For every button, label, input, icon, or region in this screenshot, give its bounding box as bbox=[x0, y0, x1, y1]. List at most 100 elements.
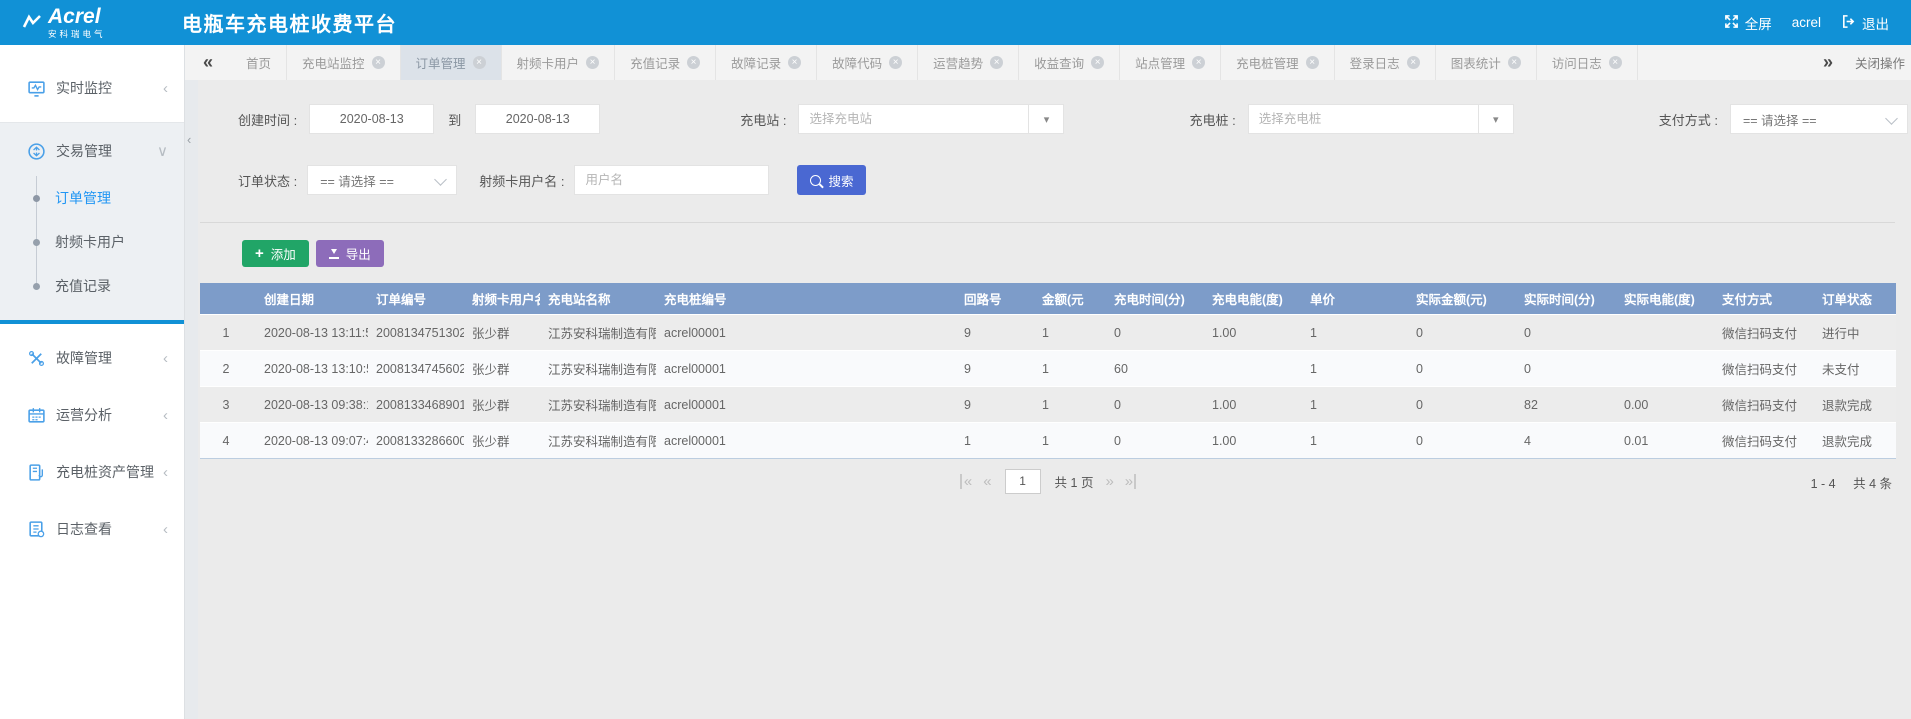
tab-label: 运营趋势 bbox=[933, 53, 983, 72]
column-header[interactable]: 金额(元 bbox=[1034, 283, 1106, 315]
column-header[interactable]: 射频卡用户名 bbox=[464, 283, 540, 315]
tab-label: 收益查询 bbox=[1034, 53, 1084, 72]
pager-last-icon[interactable]: » bbox=[1125, 474, 1136, 489]
table-cell: 0 bbox=[1516, 315, 1616, 351]
table-cell: 0 bbox=[1106, 387, 1204, 423]
pile-label: 充电桩 : bbox=[1189, 110, 1235, 129]
table-cell: 0 bbox=[1106, 423, 1204, 459]
tab-close-icon[interactable] bbox=[372, 56, 385, 69]
tab-item[interactable]: 故障记录 bbox=[716, 45, 817, 80]
search-button[interactable]: 搜索 bbox=[797, 165, 866, 195]
add-label: 添加 bbox=[271, 244, 296, 263]
table-cell: 微信扫码支付 bbox=[1714, 315, 1814, 351]
column-header[interactable]: 实际金额(元) bbox=[1408, 283, 1516, 315]
add-button[interactable]: + 添加 bbox=[242, 240, 309, 267]
pager-next-icon[interactable]: » bbox=[1105, 474, 1112, 489]
tab-item[interactable]: 订单管理 bbox=[401, 45, 502, 80]
pager-first-icon[interactable]: « bbox=[960, 474, 971, 489]
tab-item[interactable]: 充值记录 bbox=[615, 45, 716, 80]
tab-item[interactable]: 登录日志 bbox=[1335, 45, 1436, 80]
panel-collapse-strip[interactable]: ‹ bbox=[185, 80, 198, 719]
column-header[interactable]: 实际时间(分) bbox=[1516, 283, 1616, 315]
table-row[interactable]: 22020-08-13 13:10:562008134745602002张少群江… bbox=[200, 351, 1896, 387]
pay-method-select[interactable]: == 请选择 == bbox=[1730, 104, 1908, 134]
table-cell: 张少群 bbox=[464, 315, 540, 351]
column-header[interactable]: 实际电能(度) bbox=[1616, 283, 1714, 315]
tabs-scroll-right-icon[interactable]: » bbox=[1823, 52, 1833, 73]
tab-close-icon[interactable] bbox=[473, 56, 486, 69]
column-header[interactable]: 充电电能(度) bbox=[1204, 283, 1302, 315]
tab-close-icon[interactable] bbox=[1192, 56, 1205, 69]
column-header[interactable]: 订单编号 bbox=[368, 283, 464, 315]
column-header[interactable]: 回路号 bbox=[956, 283, 1034, 315]
column-header[interactable]: 充电桩编号 bbox=[656, 283, 956, 315]
date-to-input[interactable] bbox=[475, 104, 600, 134]
column-header[interactable]: 订单状态 bbox=[1814, 283, 1896, 315]
tab-close-icon[interactable] bbox=[586, 56, 599, 69]
export-button[interactable]: 导出 bbox=[316, 240, 384, 267]
tabs-scroll-left-icon[interactable]: « bbox=[185, 45, 231, 80]
tab-item[interactable]: 首页 bbox=[231, 45, 287, 80]
current-user[interactable]: acrel bbox=[1792, 15, 1821, 30]
sidebar-item-log-viewer[interactable]: 日志查看 ‹ bbox=[0, 506, 184, 552]
table-cell: 微信扫码支付 bbox=[1714, 387, 1814, 423]
pile-input[interactable] bbox=[1248, 104, 1478, 134]
table-cell: 1 bbox=[1302, 315, 1408, 351]
pile-dropdown-button[interactable]: ▾ bbox=[1478, 104, 1514, 134]
logout-icon bbox=[1841, 14, 1856, 32]
page-title: 电瓶车充电桩收费平台 bbox=[182, 8, 397, 37]
sidebar-item-rfid-users[interactable]: 射频卡用户 bbox=[0, 220, 184, 264]
sidebar-item-realtime-monitor[interactable]: 实时监控 ‹ bbox=[0, 65, 184, 111]
table-cell: 0 bbox=[1408, 423, 1516, 459]
tab-close-icon[interactable] bbox=[1508, 56, 1521, 69]
sidebar-item-pile-assets[interactable]: 充电桩资产管理 ‹ bbox=[0, 449, 184, 495]
tab-item[interactable]: 收益查询 bbox=[1019, 45, 1120, 80]
column-header[interactable] bbox=[200, 283, 256, 315]
column-header[interactable]: 充电时间(分) bbox=[1106, 283, 1204, 315]
pay-method-value: == 请选择 == bbox=[1743, 110, 1817, 129]
tab-item[interactable]: 图表统计 bbox=[1436, 45, 1537, 80]
column-header[interactable]: 支付方式 bbox=[1714, 283, 1814, 315]
tab-close-icon[interactable] bbox=[889, 56, 902, 69]
tab-close-icon[interactable] bbox=[1306, 56, 1319, 69]
sidebar-item-transaction-mgmt[interactable]: 交易管理 ∨ bbox=[0, 128, 184, 174]
tab-close-icon[interactable] bbox=[1091, 56, 1104, 69]
sidebar-item-operation-analysis[interactable]: 运营分析 ‹ bbox=[0, 392, 184, 438]
tab-close-icon[interactable] bbox=[1407, 56, 1420, 69]
grid-toolbar: + 添加 导出 bbox=[242, 240, 384, 267]
order-status-select[interactable]: == 请选择 == bbox=[307, 165, 457, 195]
tab-close-icon[interactable] bbox=[788, 56, 801, 69]
table-row[interactable]: 42020-08-13 09:07:462008133286600746张少群江… bbox=[200, 423, 1896, 459]
column-header[interactable]: 单价 bbox=[1302, 283, 1408, 315]
station-dropdown-button[interactable]: ▾ bbox=[1028, 104, 1064, 134]
column-header[interactable]: 创建日期 bbox=[256, 283, 368, 315]
sidebar-item-recharge-records[interactable]: 充值记录 bbox=[0, 264, 184, 308]
table-cell: 张少群 bbox=[464, 423, 540, 459]
tab-close-icon[interactable] bbox=[990, 56, 1003, 69]
tab-item[interactable]: 充电站监控 bbox=[287, 45, 401, 80]
pager-page-input[interactable] bbox=[1005, 469, 1041, 494]
sidebar-subitem-label: 订单管理 bbox=[55, 188, 111, 208]
column-header[interactable]: 充电站名称 bbox=[540, 283, 656, 315]
tab-item[interactable]: 充电桩管理 bbox=[1221, 45, 1335, 80]
tab-item[interactable]: 访问日志 bbox=[1537, 45, 1638, 80]
sidebar-item-order-mgmt[interactable]: 订单管理 bbox=[0, 176, 184, 220]
pager-prev-icon[interactable]: « bbox=[983, 474, 990, 489]
tab-item[interactable]: 故障代码 bbox=[817, 45, 918, 80]
rfid-user-input[interactable] bbox=[574, 165, 769, 195]
table-row[interactable]: 12020-08-13 13:11:532008134751302008张少群江… bbox=[200, 315, 1896, 351]
sidebar-item-fault-mgmt[interactable]: 故障管理 ‹ bbox=[0, 335, 184, 381]
table-cell: 2020-08-13 13:10:56 bbox=[256, 351, 368, 387]
search-label: 搜索 bbox=[828, 171, 853, 190]
close-operations-menu[interactable]: 关闭操作 bbox=[1855, 53, 1911, 72]
tab-close-icon[interactable] bbox=[1609, 56, 1622, 69]
fullscreen-button[interactable]: 全屏 bbox=[1724, 13, 1772, 33]
tab-close-icon[interactable] bbox=[687, 56, 700, 69]
tab-item[interactable]: 射频卡用户 bbox=[502, 45, 616, 80]
tab-item[interactable]: 运营趋势 bbox=[918, 45, 1019, 80]
tab-item[interactable]: 站点管理 bbox=[1120, 45, 1221, 80]
table-row[interactable]: 32020-08-13 09:38:102008133468901101张少群江… bbox=[200, 387, 1896, 423]
date-from-input[interactable] bbox=[309, 104, 434, 134]
station-input[interactable] bbox=[798, 104, 1028, 134]
logout-button[interactable]: 退出 bbox=[1841, 13, 1889, 33]
